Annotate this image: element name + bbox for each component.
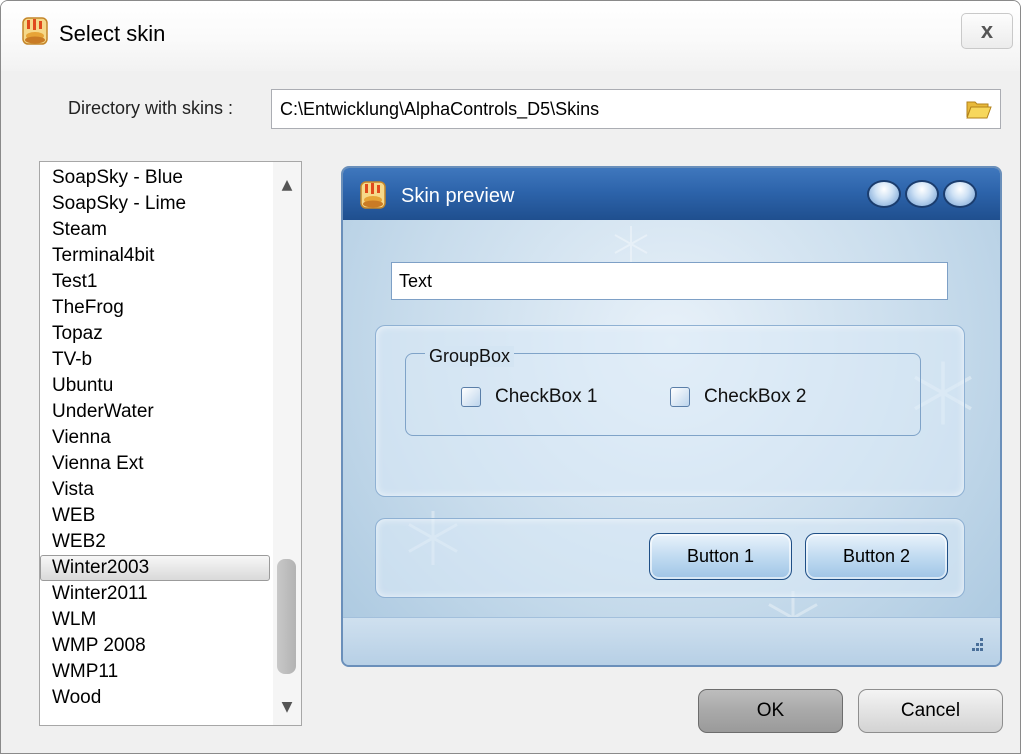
- app-icon: [22, 17, 48, 45]
- folder-open-icon[interactable]: [966, 98, 992, 120]
- skin-list-item[interactable]: UnderWater: [40, 399, 270, 425]
- skin-list-item[interactable]: Steam: [40, 217, 270, 243]
- skin-list-item[interactable]: TV-b: [40, 347, 270, 373]
- scroll-up-arrow-icon[interactable]: ▲: [273, 170, 301, 200]
- skin-list-item[interactable]: Vienna Ext: [40, 451, 270, 477]
- skin-list-item[interactable]: Test1: [40, 269, 270, 295]
- skin-list-item[interactable]: WLM: [40, 607, 270, 633]
- skin-list-item[interactable]: WMP 2008: [40, 633, 270, 659]
- preview-status-bar: [343, 617, 1000, 665]
- skin-list-item[interactable]: WEB2: [40, 529, 270, 555]
- skin-list-item[interactable]: SoapSky - Blue: [40, 165, 270, 191]
- select-skin-dialog: Select skin x Directory with skins : C:\…: [0, 0, 1021, 754]
- scrollbar[interactable]: ▲ ▼: [273, 162, 301, 725]
- checkbox-2-label: CheckBox 2: [704, 386, 807, 407]
- close-icon: x: [980, 18, 994, 43]
- preview-button-2[interactable]: Button 2: [805, 533, 948, 580]
- preview-title: Skin preview: [401, 185, 515, 207]
- close-button[interactable]: x: [961, 13, 1013, 49]
- preview-maximize-orb-icon[interactable]: [905, 180, 939, 208]
- skin-list-items: SoapSky - Blue SoapSky - Lime Steam Termina…: [40, 165, 270, 711]
- preview-title-bar: Skin preview: [343, 168, 1000, 220]
- preview-app-icon: [360, 181, 386, 209]
- skin-list-item[interactable]: Vienna: [40, 425, 270, 451]
- checkbox-1-label: CheckBox 1: [495, 386, 598, 407]
- skin-list-item[interactable]: Ubuntu: [40, 373, 270, 399]
- checkbox-1[interactable]: CheckBox 1: [461, 385, 597, 409]
- skin-list-item[interactable]: Wood: [40, 685, 270, 711]
- title-bar[interactable]: Select skin x: [1, 1, 1020, 71]
- skin-list-item[interactable]: WEB: [40, 503, 270, 529]
- window-title: Select skin: [59, 21, 166, 46]
- skin-list-item[interactable]: Winter2011: [40, 581, 270, 607]
- skin-preview-window: Skin preview Text GroupBox CheckBox 1 Ch…: [341, 166, 1002, 667]
- groupbox-label: GroupBox: [425, 346, 515, 367]
- skin-list-item[interactable]: TheFrog: [40, 295, 270, 321]
- ok-button[interactable]: OK: [698, 689, 843, 733]
- preview-close-orb-icon[interactable]: [943, 180, 977, 208]
- resize-grip-icon[interactable]: [965, 635, 985, 655]
- directory-input[interactable]: C:\Entwicklung\AlphaControls_D5\Skins: [271, 89, 1001, 129]
- preview-text-input[interactable]: Text: [391, 262, 948, 300]
- checkbox-2[interactable]: CheckBox 2: [670, 385, 806, 409]
- skin-list-item[interactable]: WMP11: [40, 659, 270, 685]
- preview-minimize-orb-icon[interactable]: [867, 180, 901, 208]
- scrollbar-thumb[interactable]: [277, 559, 296, 674]
- skin-list-item[interactable]: Vista: [40, 477, 270, 503]
- cancel-button[interactable]: Cancel: [858, 689, 1003, 733]
- snowflake-icon: [614, 226, 648, 262]
- preview-button-1[interactable]: Button 1: [649, 533, 792, 580]
- skin-list-item[interactable]: Winter2003: [40, 555, 270, 581]
- skin-list[interactable]: SoapSky - Blue SoapSky - Lime Steam Termina…: [39, 161, 302, 726]
- checkbox-2-box[interactable]: [670, 387, 690, 407]
- skin-list-item[interactable]: SoapSky - Lime: [40, 191, 270, 217]
- skin-list-item[interactable]: Terminal4bit: [40, 243, 270, 269]
- checkbox-1-box[interactable]: [461, 387, 481, 407]
- skin-list-item[interactable]: Topaz: [40, 321, 270, 347]
- scroll-down-arrow-icon[interactable]: ▼: [273, 692, 301, 722]
- directory-label: Directory with skins :: [68, 98, 234, 118]
